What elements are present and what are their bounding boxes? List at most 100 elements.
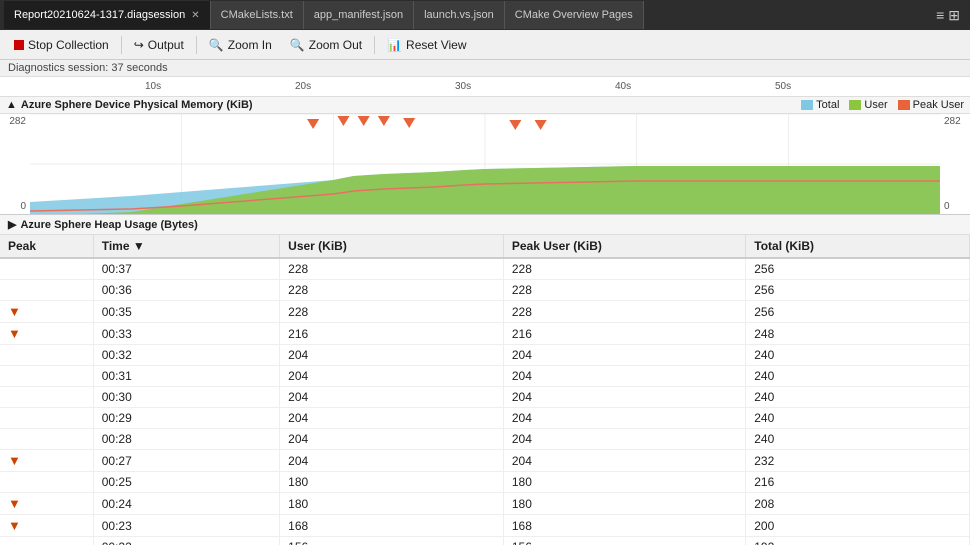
cell-total: 240 — [746, 429, 970, 450]
col-header-time[interactable]: Time ▼ — [93, 235, 279, 258]
table-container[interactable]: Peak Time ▼ User (KiB) Peak User (KiB) T… — [0, 235, 970, 545]
tab-pin-icon[interactable]: ⊞ — [948, 7, 960, 24]
legend-peak-user: Peak User — [898, 99, 964, 111]
stop-icon — [14, 40, 24, 50]
cell-total: 256 — [746, 280, 970, 301]
table-row[interactable]: ▼ 00:35 228 228 256 — [0, 301, 970, 323]
tab-launch-label: launch.vs.json — [424, 9, 494, 21]
zoom-out-icon: 🔍 — [290, 38, 305, 52]
table-row[interactable]: 00:32 204 204 240 — [0, 345, 970, 366]
cell-peak: ▼ — [0, 301, 93, 323]
tab-launch[interactable]: launch.vs.json — [414, 1, 505, 29]
cell-time: 00:28 — [93, 429, 279, 450]
table-row[interactable]: ▼ 00:23 168 168 200 — [0, 515, 970, 537]
cell-total: 208 — [746, 493, 970, 515]
cell-total: 240 — [746, 408, 970, 429]
cell-total: 256 — [746, 258, 970, 280]
tab-report-close[interactable]: ✕ — [191, 10, 199, 21]
cell-user: 204 — [280, 387, 504, 408]
cell-peak — [0, 345, 93, 366]
cell-peak-user: 204 — [503, 387, 745, 408]
chart-collapse-icon[interactable]: ▲ — [6, 99, 17, 111]
toolbar-separator-3 — [374, 36, 375, 54]
cell-user: 228 — [280, 280, 504, 301]
table-row[interactable]: ▼ 00:27 204 204 232 — [0, 450, 970, 472]
session-label: Diagnostics session: 37 seconds — [0, 60, 970, 77]
col-header-user[interactable]: User (KiB) — [280, 235, 504, 258]
table-row[interactable]: 00:37 228 228 256 — [0, 258, 970, 280]
legend-user: User — [849, 99, 887, 111]
tab-report-label: Report20210624-1317.diagsession — [14, 9, 185, 21]
tab-actions[interactable]: ≡ ⊞ — [936, 7, 966, 24]
output-button[interactable]: ↪ Output — [126, 35, 192, 55]
time-tick-20: 20s — [295, 81, 311, 92]
cell-peak-user: 168 — [503, 515, 745, 537]
table-row[interactable]: 00:25 180 180 216 — [0, 472, 970, 493]
col-header-peak-user[interactable]: Peak User (KiB) — [503, 235, 745, 258]
toolbar: Stop Collection ↪ Output 🔍 Zoom In 🔍 Zoo… — [0, 30, 970, 60]
table-row[interactable]: 00:29 204 204 240 — [0, 408, 970, 429]
zoom-in-button[interactable]: 🔍 Zoom In — [201, 35, 280, 55]
table-row[interactable]: 00:22 156 156 192 — [0, 537, 970, 546]
cell-peak-user: 204 — [503, 408, 745, 429]
cell-time: 00:31 — [93, 366, 279, 387]
stop-collection-button[interactable]: Stop Collection — [6, 35, 117, 55]
sort-icon: ▼ — [133, 239, 145, 253]
cell-user: 228 — [280, 258, 504, 280]
cell-total: 256 — [746, 301, 970, 323]
table-row[interactable]: ▼ 00:24 180 180 208 — [0, 493, 970, 515]
col-header-peak[interactable]: Peak — [0, 235, 93, 258]
cell-time: 00:33 — [93, 323, 279, 345]
zoom-out-button[interactable]: 🔍 Zoom Out — [282, 35, 370, 55]
cell-peak-user: 204 — [503, 345, 745, 366]
cell-peak — [0, 280, 93, 301]
cell-peak: ▼ — [0, 493, 93, 515]
cell-peak-user: 228 — [503, 258, 745, 280]
toolbar-separator-2 — [196, 36, 197, 54]
tab-overview[interactable]: CMake Overview Pages — [505, 1, 644, 29]
table-row[interactable]: 00:30 204 204 240 — [0, 387, 970, 408]
zoom-out-label: Zoom Out — [309, 38, 362, 52]
table-row[interactable]: 00:36 228 228 256 — [0, 280, 970, 301]
tab-list-icon[interactable]: ≡ — [936, 7, 944, 24]
heap-expand-icon: ▶ — [8, 218, 16, 231]
cell-total: 240 — [746, 366, 970, 387]
heap-section-header[interactable]: ▶ Azure Sphere Heap Usage (Bytes) — [0, 215, 970, 235]
toolbar-separator-1 — [121, 36, 122, 54]
stop-collection-label: Stop Collection — [28, 38, 109, 52]
cell-user: 204 — [280, 429, 504, 450]
legend-total-swatch — [801, 100, 813, 110]
data-table: Peak Time ▼ User (KiB) Peak User (KiB) T… — [0, 235, 970, 545]
cell-peak-user: 180 — [503, 493, 745, 515]
chart-svg[interactable] — [30, 114, 940, 214]
tab-manifest[interactable]: app_manifest.json — [304, 1, 414, 29]
chart-container: ▲ Azure Sphere Device Physical Memory (K… — [0, 97, 970, 215]
cell-peak — [0, 408, 93, 429]
cell-user: 228 — [280, 301, 504, 323]
cell-time: 00:29 — [93, 408, 279, 429]
cell-user: 204 — [280, 408, 504, 429]
cell-time: 00:24 — [93, 493, 279, 515]
cell-time: 00:32 — [93, 345, 279, 366]
cell-total: 216 — [746, 472, 970, 493]
tab-cmake[interactable]: CMakeLists.txt — [211, 1, 304, 29]
chart-wrapper: 282 0 — [0, 114, 970, 214]
cell-peak — [0, 537, 93, 546]
cell-total: 232 — [746, 450, 970, 472]
time-tick-10: 10s — [145, 81, 161, 92]
reset-view-icon: 📊 — [387, 38, 402, 52]
cell-time: 00:25 — [93, 472, 279, 493]
table-row[interactable]: 00:31 204 204 240 — [0, 366, 970, 387]
cell-time: 00:35 — [93, 301, 279, 323]
cell-time: 00:23 — [93, 515, 279, 537]
legend-user-swatch — [849, 100, 861, 110]
reset-view-button[interactable]: 📊 Reset View — [379, 35, 474, 55]
col-header-total[interactable]: Total (KiB) — [746, 235, 970, 258]
tab-report[interactable]: Report20210624-1317.diagsession ✕ — [4, 1, 211, 29]
legend-peak-user-swatch — [898, 100, 910, 110]
table-row[interactable]: ▼ 00:33 216 216 248 — [0, 323, 970, 345]
table-row[interactable]: 00:28 204 204 240 — [0, 429, 970, 450]
legend-total: Total — [801, 99, 839, 111]
zoom-in-label: Zoom In — [228, 38, 272, 52]
cell-peak: ▼ — [0, 323, 93, 345]
